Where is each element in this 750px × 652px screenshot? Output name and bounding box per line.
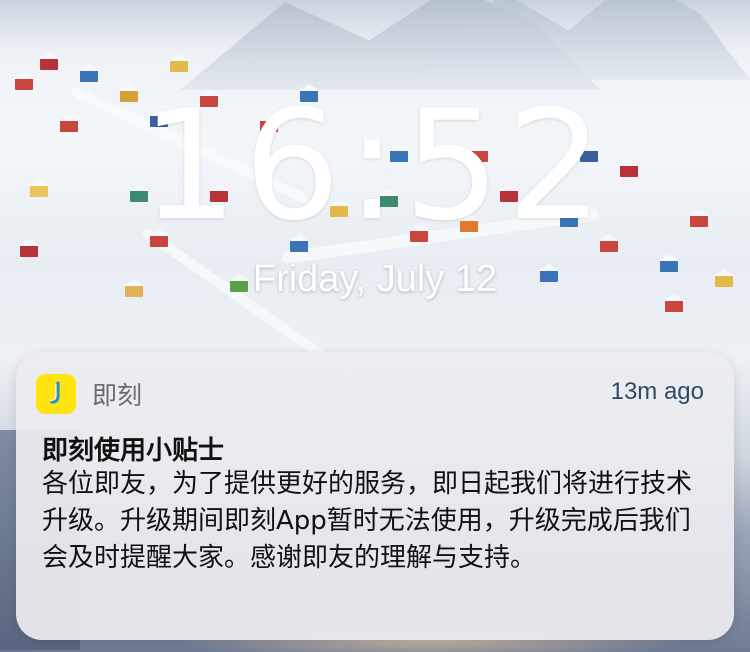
time-text: 16:52: [140, 77, 610, 254]
jike-app-icon: [36, 374, 76, 414]
notification-timestamp: 13m ago: [610, 378, 704, 405]
jike-logo-icon: [50, 381, 60, 404]
notification-body: 各位即友，为了提供更好的服务，即日起我们将进行技术升级。升级期间即刻App暂时无…: [42, 469, 693, 573]
lockscreen-time: 16:52: [0, 90, 750, 242]
notification-card[interactable]: 即刻 13m ago 即刻使用小贴士 各位即友，为了提供更好的服务，即日起我们将…: [16, 352, 734, 640]
lockscreen-date: Friday, July 12: [252, 258, 498, 300]
notification-header: 即刻 13m ago: [16, 352, 734, 432]
notification-title: 即刻使用小贴士: [42, 436, 225, 466]
app-name: 即刻: [92, 381, 143, 410]
